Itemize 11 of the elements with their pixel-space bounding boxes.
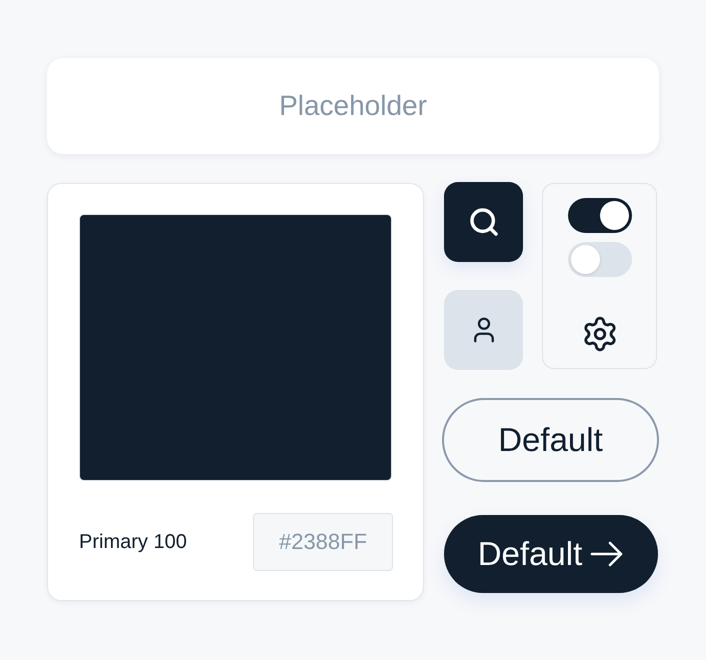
hex-field[interactable]: #2388FF (253, 513, 393, 571)
outline-button[interactable]: Default (442, 398, 659, 482)
toggle-switch[interactable] (568, 198, 632, 233)
next-button[interactable]: Default (444, 515, 658, 593)
input-field[interactable]: Placeholder (47, 58, 659, 154)
person-button[interactable] (444, 290, 523, 370)
toggle-switch[interactable] (568, 242, 632, 277)
search-button[interactable] (444, 182, 523, 262)
search-icon (468, 206, 500, 238)
arrow-right-icon (590, 541, 624, 567)
color-name: Primary 100 (79, 530, 187, 554)
